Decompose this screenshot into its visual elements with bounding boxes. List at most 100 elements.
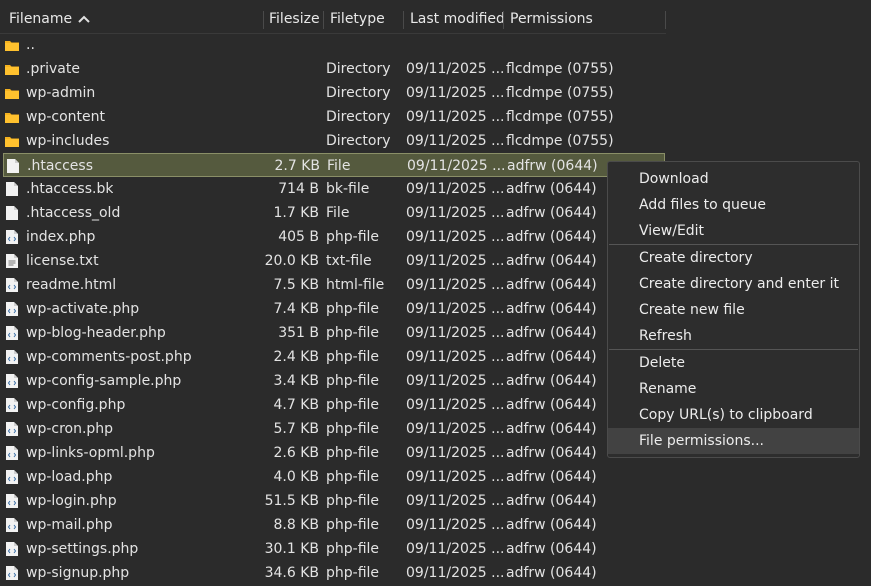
file-permissions: adfrw (0644): [506, 277, 597, 293]
file-row[interactable]: wp-links-opml.php 2.6 KB php-file 09/11/202…: [3, 441, 665, 465]
menu-item-create-new-file[interactable]: Create new file: [608, 297, 859, 323]
file-permissions: adfrw (0644): [506, 541, 597, 557]
file-row[interactable]: .htaccess.bk 714 Bbk-file 09/11/2025 ... ad…: [3, 177, 665, 201]
file-size: 4.0 KB: [273, 469, 320, 485]
file-modified: 09/11/2025 ...: [406, 541, 505, 557]
column-filename-label: Filename: [9, 11, 73, 27]
file-size: 4.7 KB: [273, 397, 320, 413]
file-permissions: adfrw (0644): [506, 373, 597, 389]
file-row[interactable]: ..: [3, 33, 665, 57]
file-modified: 09/11/2025 ...: [406, 109, 505, 125]
file-row[interactable]: license.txt 20.0 KB txt-file 09/11/2025 ...…: [3, 249, 665, 273]
file-modified: 09/11/2025 ...: [406, 253, 505, 269]
file-modified: 09/11/2025 ...: [406, 301, 505, 317]
context-menu: Download Add files to queue View/Edit Creat…: [607, 161, 860, 458]
menu-item-add-files-to-queue[interactable]: Add files to queue: [608, 192, 859, 218]
file-size: 7.4 KB: [273, 301, 320, 317]
file-permissions: adfrw (0644): [506, 445, 597, 461]
file-row[interactable]: wp-includes Directory 09/11/2025 ... flcdmp…: [3, 129, 665, 153]
file-type: txt-file: [326, 253, 372, 269]
column-filesize-label: Filesize: [269, 11, 320, 27]
sort-ascending-icon: [78, 15, 90, 23]
file-type: php-file: [326, 325, 380, 341]
file-row[interactable]: wp-settings.php 30.1 KB php-file 09/11/2025…: [3, 537, 665, 561]
menu-item-copy-url-s-to-clipboard[interactable]: Copy URL(s) to clipboard: [608, 402, 859, 428]
column-permissions[interactable]: Permissions: [510, 5, 593, 33]
file-modified: 09/11/2025 ...: [406, 229, 505, 245]
file-row[interactable]: wp-load.php 4.0 KB php-file 09/11/2025 ... a…: [3, 465, 665, 489]
file-type: php-file: [326, 373, 380, 389]
menu-item-download[interactable]: Download: [608, 166, 859, 192]
file-permissions: flcdmpe (0755): [506, 61, 614, 77]
file-type: File: [327, 158, 351, 174]
file-permissions: adfrw (0644): [506, 325, 597, 341]
file-modified: 09/11/2025 ...: [406, 133, 505, 149]
file-row[interactable]: wp-content Directory 09/11/2025 ... flcdmpe…: [3, 105, 665, 129]
file-row[interactable]: wp-config.php 4.7 KB php-file 09/11/2025 ..…: [3, 393, 665, 417]
file-size: 8.8 KB: [273, 517, 320, 533]
file-type: Directory: [326, 61, 391, 77]
file-row[interactable]: wp-mail.php 8.8 KB php-file 09/11/2025 ... a…: [3, 513, 665, 537]
file-modified: 09/11/2025 ...: [406, 517, 505, 533]
file-row[interactable]: wp-activate.php 7.4 KB php-file 09/11/2025 …: [3, 297, 665, 321]
file-row[interactable]: wp-cron.php 5.7 KB php-file 09/11/2025 ... a…: [3, 417, 665, 441]
column-filetype[interactable]: Filetype: [330, 5, 385, 33]
file-row[interactable]: index.php 405 Bphp-file 09/11/2025 ... adfr…: [3, 225, 665, 249]
file-permissions: adfrw (0644): [506, 253, 597, 269]
file-permissions: adfrw (0644): [506, 349, 597, 365]
file-row[interactable]: readme.html 7.5 KB html-file 09/11/2025 ...…: [3, 273, 665, 297]
menu-item-rename[interactable]: Rename: [608, 376, 859, 402]
file-row[interactable]: wp-comments-post.php 2.4 KB php-file 09/11/…: [3, 345, 665, 369]
file-size: [3, 57, 319, 81]
file-type: php-file: [326, 565, 380, 581]
file-permissions: adfrw (0644): [506, 205, 597, 221]
file-row[interactable]: .htaccess 2.7 KB File 09/11/2025 ... adfrw (…: [3, 153, 665, 177]
menu-item-file-permissions[interactable]: File permissions...: [608, 428, 859, 454]
file-size: 51.5 KB: [264, 493, 319, 509]
file-permissions: flcdmpe (0755): [506, 109, 614, 125]
menu-item-delete[interactable]: Delete: [608, 350, 859, 376]
menu-item-refresh[interactable]: Refresh: [608, 323, 859, 349]
file-permissions: adfrw (0644): [506, 301, 597, 317]
column-filename[interactable]: Filename: [9, 5, 90, 33]
file-size: 351 B: [278, 325, 319, 341]
file-row[interactable]: .htaccess_old 1.7 KB File 09/11/2025 ... adf…: [3, 201, 665, 225]
file-permissions: adfrw (0644): [506, 421, 597, 437]
file-row[interactable]: wp-login.php 51.5 KB php-file 09/11/2025 ..…: [3, 489, 665, 513]
column-permissions-label: Permissions: [510, 11, 593, 27]
file-size: [3, 33, 319, 57]
file-modified: 09/11/2025 ...: [406, 445, 505, 461]
file-type: File: [326, 205, 350, 221]
file-type: php-file: [326, 421, 380, 437]
file-type: Directory: [326, 109, 391, 125]
file-type: php-file: [326, 445, 380, 461]
file-type: php-file: [326, 541, 380, 557]
file-size: 20.0 KB: [264, 253, 319, 269]
file-modified: 09/11/2025 ...: [406, 325, 505, 341]
file-size: 2.6 KB: [273, 445, 320, 461]
file-modified: 09/11/2025 ...: [406, 85, 505, 101]
file-row[interactable]: wp-config-sample.php 3.4 KB php-file 09/11/…: [3, 369, 665, 393]
menu-item-create-directory[interactable]: Create directory: [608, 245, 859, 271]
file-permissions: adfrw (0644): [506, 469, 597, 485]
file-row[interactable]: .private Directory 09/11/2025 ... flcdmpe (…: [3, 57, 665, 81]
file-type: php-file: [326, 301, 380, 317]
file-permissions: adfrw (0644): [506, 493, 597, 509]
column-filesize[interactable]: Filesize: [269, 5, 320, 33]
menu-item-view-edit[interactable]: View/Edit: [608, 218, 859, 244]
menu-item-create-directory-and-enter-it[interactable]: Create directory and enter it: [608, 271, 859, 297]
file-row[interactable]: wp-blog-header.php 351 Bphp-file 09/11/202…: [3, 321, 665, 345]
file-size: [3, 105, 319, 129]
file-type: html-file: [326, 277, 385, 293]
file-row[interactable]: wp-admin Directory 09/11/2025 ... flcdmpe (…: [3, 81, 665, 105]
file-permissions: adfrw (0644): [506, 229, 597, 245]
file-permissions: adfrw (0644): [506, 565, 597, 581]
file-row[interactable]: wp-signup.php 34.6 KB php-file 09/11/2025 .…: [3, 561, 665, 585]
column-last-modified[interactable]: Last modified: [410, 5, 505, 33]
file-size: [3, 129, 319, 153]
file-size: 405 B: [278, 229, 319, 245]
file-size: 2.4 KB: [273, 349, 320, 365]
file-modified: 09/11/2025 ...: [406, 373, 505, 389]
file-size: 7.5 KB: [273, 277, 320, 293]
file-type: php-file: [326, 229, 380, 245]
